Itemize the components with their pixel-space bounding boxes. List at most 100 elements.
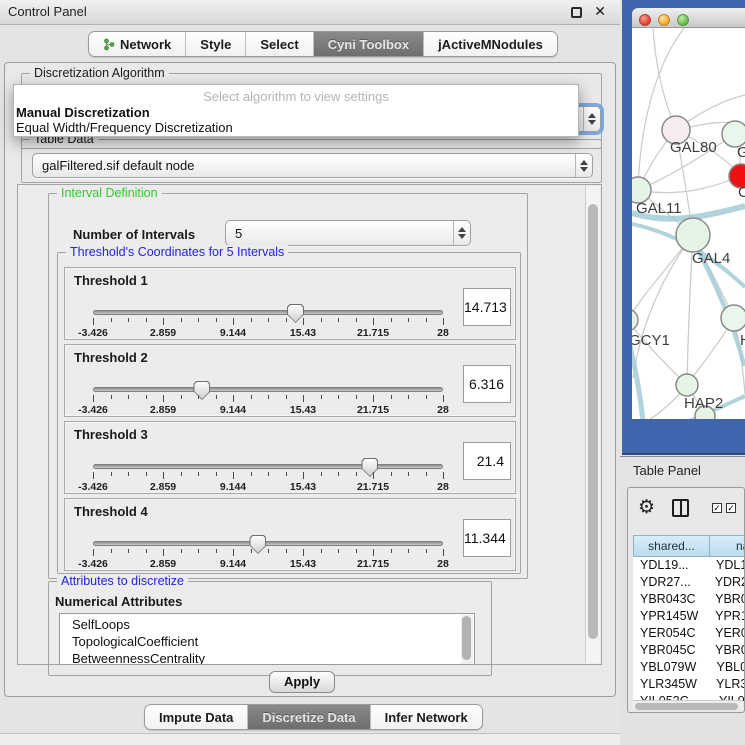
settings-gear-icon[interactable]: ⚙	[638, 498, 655, 517]
cell-name[interactable]: YER0	[707, 625, 745, 642]
select-checkbox-icon[interactable]: ✓	[726, 503, 736, 513]
cell-shared-name[interactable]: YLR345W	[633, 676, 708, 693]
scrollbar-thumb[interactable]	[462, 616, 471, 660]
table-panel-window: ⚙ ✓ ✓ shared... na YDL19...YDL1YDR27...Y…	[627, 487, 745, 713]
threshold-slider-track[interactable]	[93, 310, 443, 315]
cell-name[interactable]: YDL1	[708, 557, 745, 574]
control-panel: Control Panel ✕ Network Style Select Cyn…	[0, 0, 620, 745]
tick-mark	[338, 395, 339, 399]
table-row[interactable]: YPR145WYPR1	[633, 608, 745, 625]
stepper-arrows-icon	[583, 107, 600, 131]
select-all-checkbox-icon[interactable]: ✓	[712, 503, 722, 513]
threshold-slider-track[interactable]	[93, 464, 443, 469]
cell-name[interactable]: YPR1	[707, 608, 745, 625]
tab-infer-network[interactable]: Infer Network	[371, 705, 482, 729]
attribute-list-item[interactable]: SelfLoops	[72, 616, 474, 633]
threshold-value-field[interactable]: 21.4	[463, 442, 511, 480]
tick-mark	[111, 395, 112, 399]
tick-mark	[146, 395, 147, 399]
table-row[interactable]: YBR045CYBR0	[633, 642, 745, 659]
top-tab-bar: Network Style Select Cyni Toolbox jActiv…	[88, 31, 558, 57]
option-equal-width-frequency[interactable]: Equal Width/Frequency Discretization	[16, 120, 233, 135]
scrollbar-thumb[interactable]	[635, 703, 738, 710]
tab-style[interactable]: Style	[186, 32, 246, 56]
cell-shared-name[interactable]: YBR043C	[633, 591, 707, 608]
cell-name[interactable]: YBR0	[707, 591, 745, 608]
bottom-tab-bar: Impute Data Discretize Data Infer Networ…	[144, 704, 483, 730]
table-hscrollbar[interactable]	[633, 700, 743, 710]
threshold-slider-track[interactable]	[93, 541, 443, 546]
threshold-slider-track[interactable]	[93, 387, 443, 392]
tab-cyni-toolbox[interactable]: Cyni Toolbox	[314, 32, 424, 56]
column-header-name[interactable]: na	[710, 535, 745, 557]
zoom-traffic-light[interactable]	[677, 14, 689, 26]
tick-mark	[163, 472, 164, 479]
column-header-shared-name[interactable]: shared...	[633, 535, 710, 557]
close-traffic-light[interactable]	[639, 14, 651, 26]
column-layout-icon[interactable]	[672, 499, 689, 517]
group-title: Discretization Algorithm	[30, 66, 169, 80]
cell-shared-name[interactable]: YER054C	[633, 625, 707, 642]
cell-name[interactable]: YBR0	[707, 642, 745, 659]
list-scrollbar[interactable]	[461, 615, 473, 665]
cell-name[interactable]: YDR2	[707, 574, 745, 591]
tab-discretize-data[interactable]: Discretize Data	[248, 705, 370, 729]
cell-shared-name[interactable]: YDR27...	[633, 574, 707, 591]
table-row[interactable]: YBL079WYBL0	[633, 659, 745, 676]
tab-jactivemnodules[interactable]: jActiveMNodules	[424, 32, 557, 56]
group-title: Threshold's Coordinates for 5 Intervals	[66, 245, 288, 259]
table-row[interactable]: YER054CYER0	[633, 625, 745, 642]
option-manual-discretization[interactable]: Manual Discretization	[16, 105, 150, 120]
network-nodes	[632, 116, 745, 419]
tick-mark	[268, 549, 269, 553]
attribute-list-item[interactable]: TopologicalCoefficient	[72, 633, 474, 650]
cell-shared-name[interactable]: YDL19...	[633, 557, 708, 574]
tab-impute-data[interactable]: Impute Data	[145, 705, 248, 729]
threshold-value-field[interactable]: 11.344	[463, 519, 511, 557]
close-icon[interactable]: ✕	[594, 3, 606, 20]
table-data-combobox[interactable]: galFiltered.sif default node	[32, 153, 593, 178]
tab-label: Infer Network	[385, 710, 468, 725]
table-row[interactable]: YLR345WYLR3	[633, 676, 745, 693]
tab-network[interactable]: Network	[89, 32, 186, 56]
cell-shared-name[interactable]: YBR045C	[633, 642, 707, 659]
group-title: Interval Definition	[57, 186, 162, 200]
apply-button[interactable]: Apply	[269, 671, 335, 693]
threshold-value-field[interactable]: 14.713	[463, 288, 511, 326]
pane-scrollbar[interactable]	[585, 186, 600, 663]
table-toolbar: ⚙ ✓ ✓	[628, 488, 744, 534]
tab-select[interactable]: Select	[246, 32, 313, 56]
minimize-traffic-light[interactable]	[658, 14, 670, 26]
cell-name[interactable]: YBL0	[708, 659, 745, 676]
tick-mark	[251, 472, 252, 476]
threshold-value-field[interactable]: 6.316	[463, 365, 511, 403]
tick-mark	[128, 395, 129, 399]
tick-mark	[146, 549, 147, 553]
tick-mark	[198, 395, 199, 399]
network-node-hap2[interactable]	[676, 374, 698, 396]
network-node-gal4[interactable]	[676, 218, 710, 252]
tick-mark	[128, 549, 129, 553]
network-node-gcy1[interactable]	[632, 309, 638, 331]
cell-shared-name[interactable]: YPR145W	[633, 608, 707, 625]
network-view-window: GAL80GCGAL11GAL4GCY1HHAP2	[632, 8, 745, 419]
tab-label: Discretize Data	[262, 710, 355, 725]
scrollbar-thumb[interactable]	[588, 204, 598, 639]
number-of-intervals-spinner[interactable]: 5	[225, 220, 471, 246]
table-row[interactable]: YDL19...YDL1	[633, 557, 745, 574]
tick-mark	[128, 472, 129, 476]
table-header-row: shared... na	[633, 535, 745, 557]
tick-label: 28	[437, 404, 449, 416]
table-row[interactable]: YBR043CYBR0	[633, 591, 745, 608]
network-node-h[interactable]	[721, 305, 745, 331]
table-row[interactable]: YDR27...YDR2	[633, 574, 745, 591]
float-window-icon[interactable]	[571, 7, 582, 18]
tick-mark	[408, 472, 409, 476]
cell-name[interactable]: YLR3	[708, 676, 745, 693]
network-canvas[interactable]: GAL80GCGAL11GAL4GCY1HHAP2	[632, 28, 745, 419]
threshold-3-panel: Threshold 3 -3.4262.8599.14415.4321.7152…	[64, 421, 516, 494]
numerical-attributes-label: Numerical Attributes	[55, 594, 182, 609]
tick-mark	[128, 318, 129, 322]
attribute-list-item[interactable]: BetweennessCentrality	[72, 650, 474, 665]
cell-shared-name[interactable]: YBL079W	[633, 659, 708, 676]
